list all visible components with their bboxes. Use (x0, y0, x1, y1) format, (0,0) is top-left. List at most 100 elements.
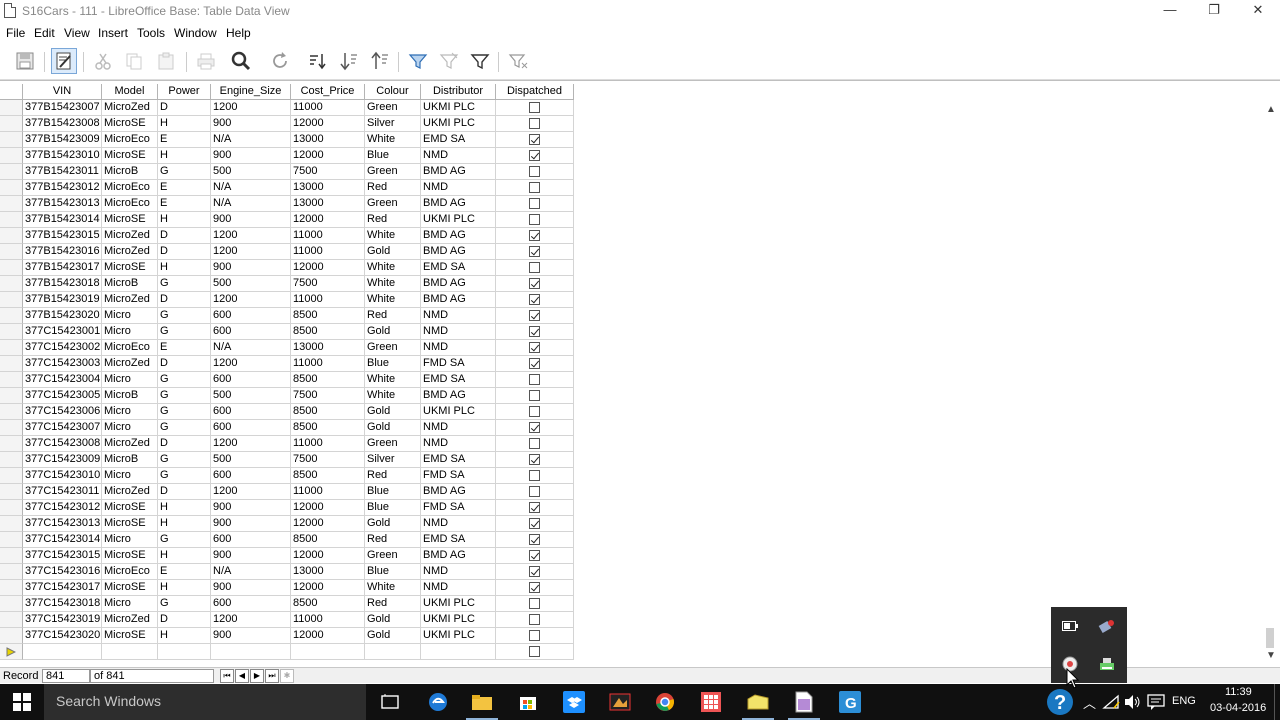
table-row[interactable]: 377C15423003 MicroZed D 1200 11000 Blue FMD SA (0, 356, 574, 372)
cell-colour[interactable]: Red (365, 308, 421, 324)
clock-date[interactable]: 03-04-2016 (1210, 702, 1266, 714)
row-header[interactable] (0, 532, 23, 548)
cell-cost-price[interactable]: 13000 (291, 340, 365, 356)
cell-model[interactable]: MicroSE (102, 260, 158, 276)
dispatched-checkbox[interactable] (529, 118, 540, 129)
row-header[interactable] (0, 164, 23, 180)
column-header-model[interactable]: Model (102, 84, 158, 100)
cell-power[interactable]: E (158, 564, 211, 580)
cell-model[interactable]: MicroZed (102, 228, 158, 244)
table-row[interactable]: 377B15423013 MicroEco E N/A 13000 Green BMD AG (0, 196, 574, 212)
cell-engine-size[interactable]: N/A (211, 196, 291, 212)
cell-model[interactable]: Micro (102, 324, 158, 340)
cell-distributor[interactable]: NMD (421, 308, 496, 324)
cell-power[interactable]: E (158, 180, 211, 196)
row-header[interactable] (0, 228, 23, 244)
row-header[interactable] (0, 548, 23, 564)
cell-vin[interactable]: 377C15423019 (23, 612, 102, 628)
refresh-icon[interactable] (267, 48, 293, 74)
cell-engine-size[interactable]: N/A (211, 564, 291, 580)
table-row[interactable]: 377B15423011 MicroB G 500 7500 Green BMD AG (0, 164, 574, 180)
cell-power[interactable]: D (158, 100, 211, 116)
column-header-engine-size[interactable]: Engine_Size (211, 84, 291, 100)
cell-power[interactable]: H (158, 260, 211, 276)
standard-filter-icon[interactable] (467, 48, 493, 74)
cell-cost-price[interactable]: 11000 (291, 356, 365, 372)
cell-colour[interactable]: White (365, 372, 421, 388)
cell-engine-size[interactable]: 900 (211, 260, 291, 276)
cell-power[interactable]: D (158, 612, 211, 628)
dispatched-checkbox[interactable] (529, 646, 540, 657)
cell-model[interactable]: MicroEco (102, 132, 158, 148)
copy-icon[interactable] (121, 48, 147, 74)
cell-distributor[interactable]: EMD SA (421, 372, 496, 388)
cell-cost-price[interactable]: 7500 (291, 388, 365, 404)
cell-engine-size[interactable]: 1200 (211, 244, 291, 260)
cell-power[interactable]: H (158, 500, 211, 516)
cell-engine-size[interactable]: 900 (211, 148, 291, 164)
cell-cost-price[interactable]: 7500 (291, 452, 365, 468)
cell-distributor[interactable]: NMD (421, 324, 496, 340)
cell-cost-price[interactable]: 8500 (291, 468, 365, 484)
cell-cost-price[interactable]: 11000 (291, 436, 365, 452)
cell-vin[interactable]: 377B15423017 (23, 260, 102, 276)
table-row[interactable]: 377C15423013 MicroSE H 900 12000 Gold NMD (0, 516, 574, 532)
menu-tools[interactable]: Tools (137, 24, 165, 42)
dispatched-checkbox[interactable] (529, 390, 540, 401)
help-icon[interactable]: ? (1046, 688, 1074, 716)
row-header[interactable] (0, 132, 23, 148)
dispatched-checkbox[interactable] (529, 262, 540, 273)
cell-vin[interactable]: 377C15423011 (23, 484, 102, 500)
dispatched-checkbox[interactable] (529, 582, 540, 593)
media-app-icon[interactable] (600, 684, 640, 720)
start-button[interactable] (0, 684, 44, 720)
remove-filter-icon[interactable] (505, 48, 531, 74)
row-header[interactable] (0, 580, 23, 596)
cell-colour[interactable]: Red (365, 212, 421, 228)
cell-cost-price[interactable]: 8500 (291, 324, 365, 340)
sort-descending-icon[interactable] (367, 48, 393, 74)
cell-vin[interactable]: 377B15423009 (23, 132, 102, 148)
sort-ascending-icon[interactable] (336, 48, 362, 74)
apps-grid-icon[interactable] (691, 684, 731, 720)
cell-colour[interactable]: Green (365, 548, 421, 564)
row-header[interactable] (0, 340, 23, 356)
cell-power[interactable]: G (158, 308, 211, 324)
cell-distributor[interactable]: BMD AG (421, 276, 496, 292)
cell-distributor[interactable]: EMD SA (421, 452, 496, 468)
table-row[interactable]: 377C15423011 MicroZed D 1200 11000 Blue BMD AG (0, 484, 574, 500)
cell-power[interactable]: H (158, 148, 211, 164)
cell-engine-size[interactable]: 600 (211, 372, 291, 388)
cell-cost-price[interactable]: 7500 (291, 164, 365, 180)
cell-model[interactable]: MicroEco (102, 180, 158, 196)
cell-model[interactable]: MicroB (102, 452, 158, 468)
table-row[interactable]: 377B15423020 Micro G 600 8500 Red NMD (0, 308, 574, 324)
cell-colour[interactable]: Blue (365, 500, 421, 516)
row-header[interactable] (0, 276, 23, 292)
cell-model[interactable]: Micro (102, 468, 158, 484)
cell-engine-size[interactable]: 500 (211, 164, 291, 180)
dispatched-checkbox[interactable] (529, 550, 540, 561)
maximize-button[interactable]: ❐ (1192, 0, 1236, 22)
corner-header[interactable] (0, 84, 23, 100)
cell-model[interactable]: MicroZed (102, 612, 158, 628)
cell-power[interactable]: H (158, 548, 211, 564)
dispatched-checkbox[interactable] (529, 630, 540, 641)
cell-vin[interactable]: 377B15423014 (23, 212, 102, 228)
row-header[interactable] (0, 420, 23, 436)
cell-distributor[interactable]: BMD AG (421, 388, 496, 404)
edit-data-icon[interactable] (51, 48, 77, 74)
cell-model[interactable]: MicroSE (102, 148, 158, 164)
action-center-icon[interactable] (1147, 694, 1165, 713)
autofilter-icon[interactable] (405, 48, 431, 74)
cell-colour[interactable]: Silver (365, 452, 421, 468)
cell-engine-size[interactable]: 600 (211, 308, 291, 324)
dispatched-checkbox[interactable] (529, 598, 540, 609)
cell-vin[interactable]: 377C15423010 (23, 468, 102, 484)
cell-vin[interactable]: 377C15423016 (23, 564, 102, 580)
cell-power[interactable]: D (158, 228, 211, 244)
dispatched-checkbox[interactable] (529, 342, 540, 353)
cell-power[interactable]: E (158, 196, 211, 212)
cell-engine-size[interactable]: 900 (211, 548, 291, 564)
cell-power[interactable]: H (158, 116, 211, 132)
